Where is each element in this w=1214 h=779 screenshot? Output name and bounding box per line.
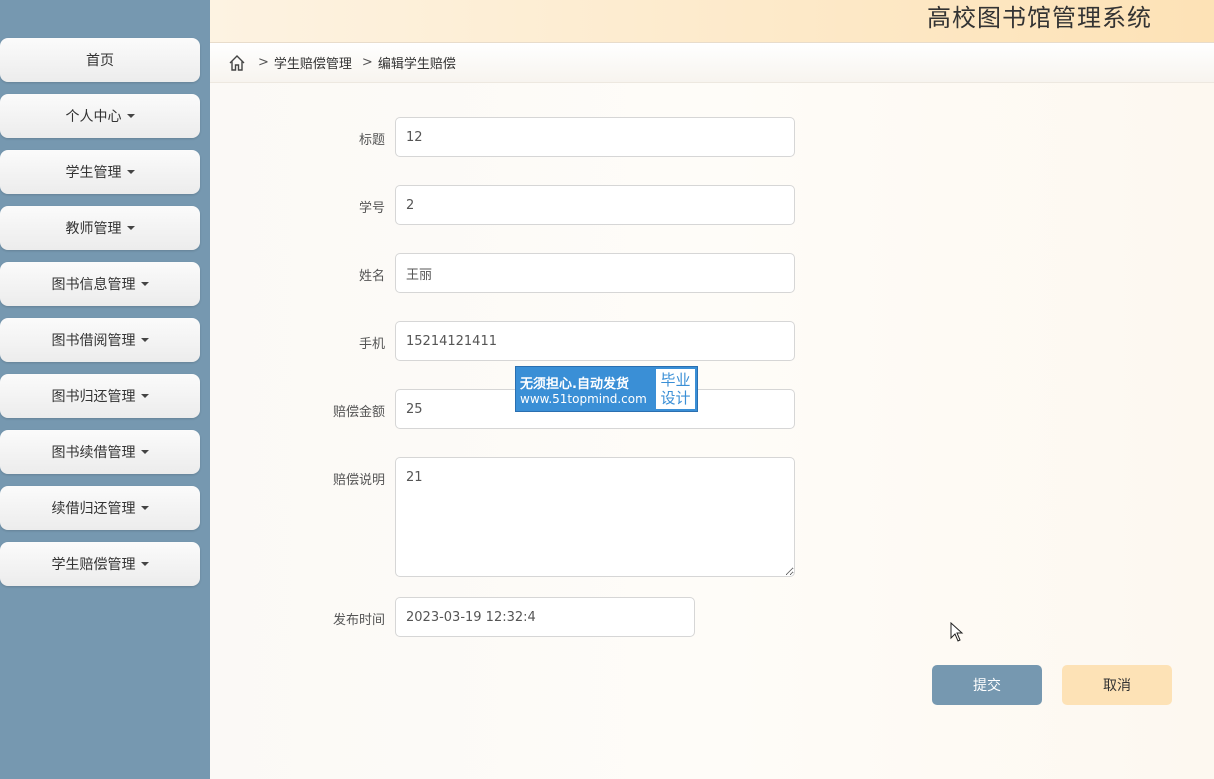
breadcrumb-item-compensation-management[interactable]: 学生赔偿管理 [274,53,352,72]
watermark-banner: 无须担心.自动发货 www.51topmind.com 毕业 设计 [515,366,698,412]
caret-down-icon [140,562,149,566]
sidebar-item-label: 学生管理 [65,165,122,181]
sidebar-item-label: 图书信息管理 [51,277,136,293]
caret-down-icon [140,338,149,342]
breadcrumb-separator: > [361,55,373,70]
sidebar-item-student-management[interactable]: 学生管理 [0,150,200,194]
sidebar-item-label: 学生赔偿管理 [51,557,136,573]
sidebar-item-book-renew-management[interactable]: 图书续借管理 [0,430,200,474]
caret-down-icon [126,170,135,174]
title-input[interactable] [395,117,795,157]
sidebar-item-home[interactable]: 首页 [0,38,200,82]
sidebar-item-book-info-management[interactable]: 图书信息管理 [0,262,200,306]
breadcrumb: > 学生赔偿管理 > 编辑学生赔偿 [210,43,1214,83]
caret-down-icon [126,226,135,230]
sidebar-item-label: 图书借阅管理 [51,333,136,349]
cancel-button[interactable]: 取消 [1062,665,1172,705]
main-content: 标题 学号 姓名 手机 赔偿金额 赔偿说明 21 发布时间 提交 取消 [210,83,1214,779]
sidebar-item-personal-center[interactable]: 个人中心 [0,94,200,138]
caret-down-icon [140,394,149,398]
sidebar-item-book-borrow-management[interactable]: 图书借阅管理 [0,318,200,362]
sidebar-item-student-compensation-management[interactable]: 学生赔偿管理 [0,542,200,586]
student-no-label: 学号 [358,201,385,216]
compensation-desc-label: 赔偿说明 [332,473,385,488]
submit-button[interactable]: 提交 [932,665,1042,705]
caret-down-icon [126,114,135,118]
watermark-line1: 无须担心.自动发货 [520,376,629,392]
name-input[interactable] [395,253,795,293]
sidebar-item-renew-return-management[interactable]: 续借归还管理 [0,486,200,530]
app-title: 高校图书馆管理系统 [927,4,1152,32]
breadcrumb-item-edit-compensation: 编辑学生赔偿 [377,57,456,72]
name-label: 姓名 [358,269,385,284]
watermark-tag2: 设计 [660,389,691,407]
sidebar-item-teacher-management[interactable]: 教师管理 [0,206,200,250]
sidebar-item-label: 教师管理 [65,221,122,237]
sidebar-item-label: 个人中心 [65,109,122,125]
watermark-line2: www.51topmind.com [520,391,647,406]
publish-time-label: 发布时间 [332,613,385,628]
phone-label: 手机 [358,337,385,352]
sidebar-item-label: 续借归还管理 [51,501,136,517]
home-icon[interactable] [228,53,248,73]
sidebar: 首页 个人中心 学生管理 教师管理 图书信息管理 图书借阅管理 图书归还管理 图… [0,0,210,779]
compensation-desc-textarea[interactable]: 21 [395,457,795,577]
sidebar-item-book-return-management[interactable]: 图书归还管理 [0,374,200,418]
sidebar-item-label: 图书续借管理 [51,445,136,461]
caret-down-icon [140,506,149,510]
sidebar-item-label: 首页 [86,53,114,69]
sidebar-item-label: 图书归还管理 [51,389,136,405]
publish-time-input[interactable] [395,597,695,637]
caret-down-icon [140,282,149,286]
watermark-tag1: 毕业 [660,371,691,389]
caret-down-icon [140,450,149,454]
top-header: 高校图书馆管理系统 [210,0,1214,43]
title-label: 标题 [358,133,385,148]
student-no-input[interactable] [395,185,795,225]
mouse-cursor-icon [950,622,964,642]
compensation-amount-label: 赔偿金额 [332,405,385,420]
phone-input[interactable] [395,321,795,361]
breadcrumb-separator: > [258,55,269,70]
